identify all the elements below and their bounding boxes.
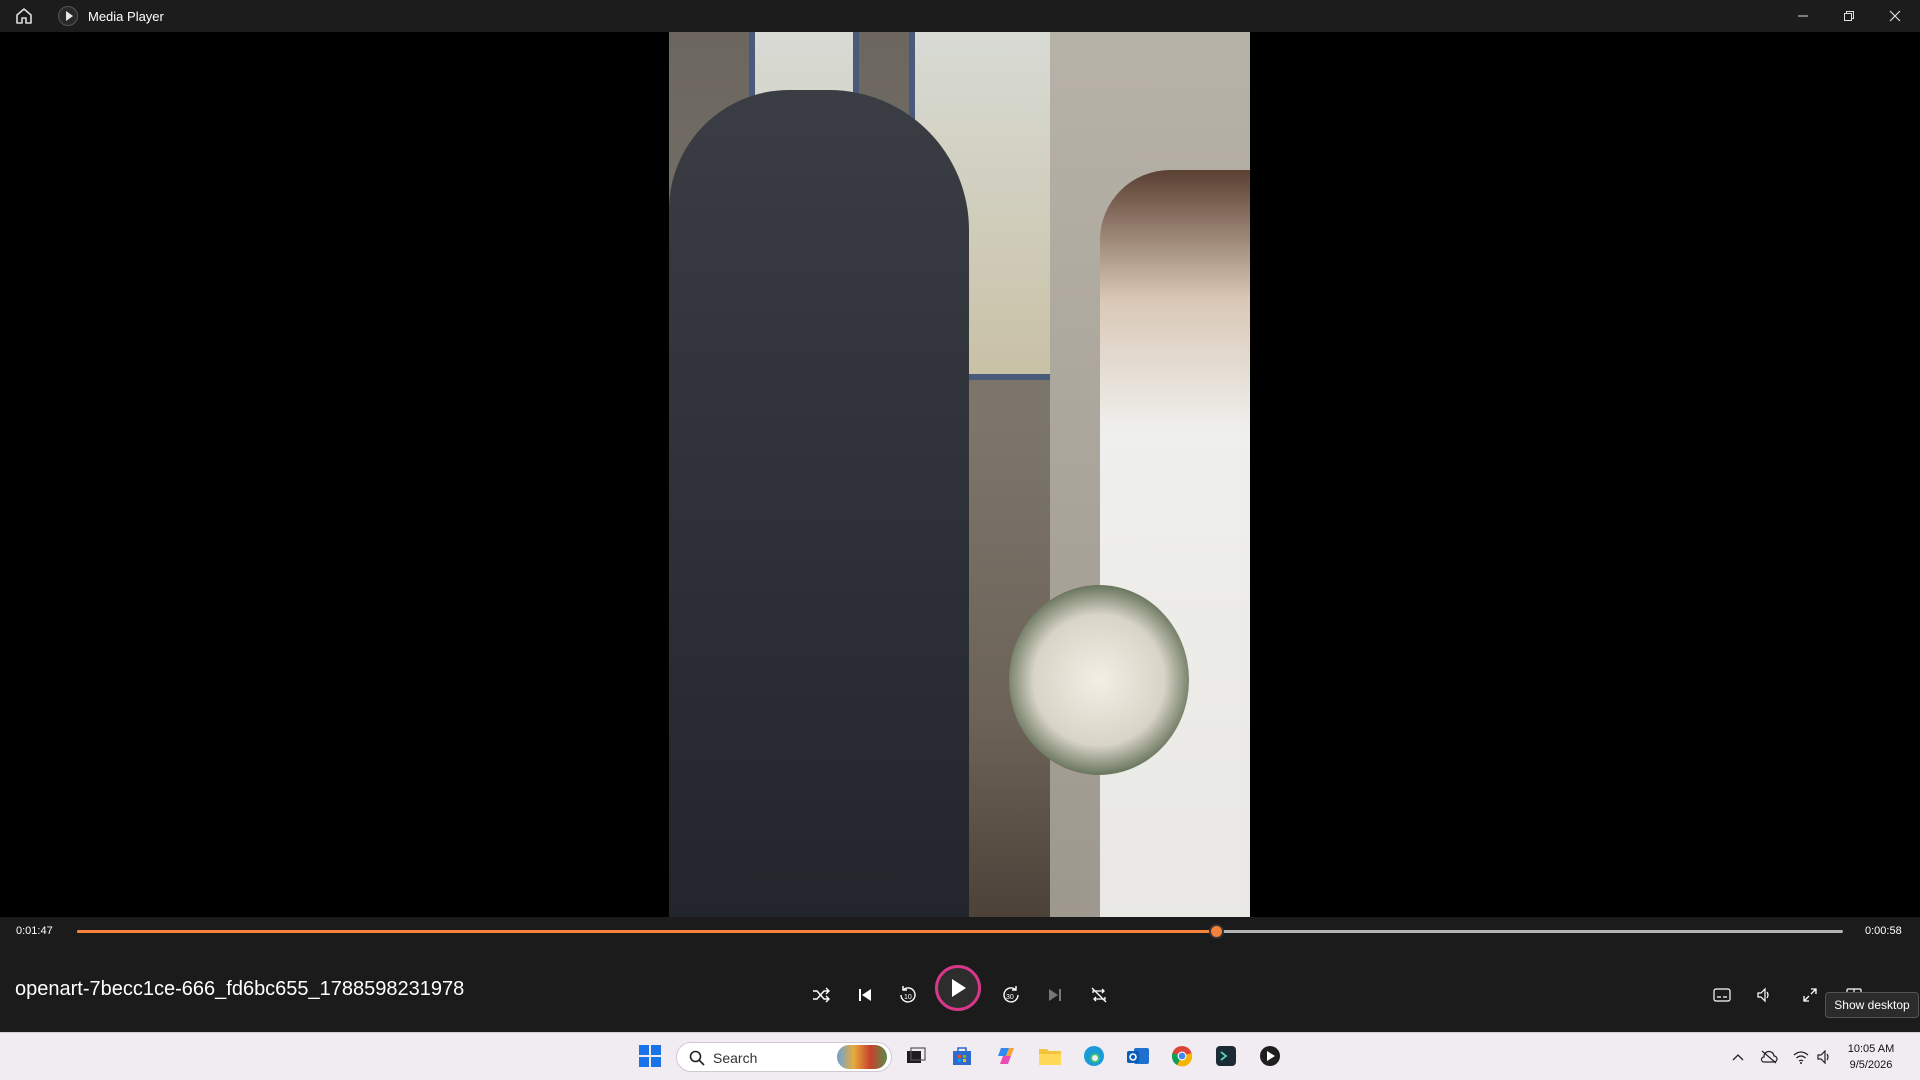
man-in-suit [669,90,969,1032]
next-button[interactable] [1039,979,1071,1011]
task-view-icon[interactable] [902,1042,930,1070]
forward-30-button[interactable]: 30 [995,979,1027,1011]
video-frame[interactable] [669,0,1250,1032]
taskbar: Search 10:05 AM 9/5/2026 [0,1032,1920,1080]
chevron-up-icon[interactable] [1728,1048,1748,1066]
title-bar: Media Player [0,0,1920,32]
search-icon [689,1050,705,1066]
seek-bar-fill [77,930,1217,933]
volume-icon[interactable] [1748,979,1780,1011]
onedrive-offline-icon[interactable] [1759,1048,1779,1066]
media-player-taskbar-icon[interactable] [1256,1042,1284,1070]
captions-icon[interactable] [1706,979,1738,1011]
seek-bar-thumb[interactable] [1209,924,1225,939]
elapsed-time: 0:01:47 [16,925,53,937]
shuffle-button[interactable] [805,979,837,1011]
fullscreen-icon[interactable] [1794,979,1826,1011]
restore-button[interactable] [1826,0,1872,32]
taskbar-search[interactable]: Search [676,1042,892,1072]
window-title: Media Player [88,9,164,24]
search-highlight-image [837,1045,887,1069]
speaker-icon[interactable] [1814,1048,1834,1066]
start-icon[interactable] [636,1042,664,1070]
player-controls: 0:01:47 0:00:58 openart-7becc1ce-666_fd6… [0,917,1920,1032]
terminal-icon[interactable] [1212,1042,1240,1070]
clock[interactable]: 10:05 AM 9/5/2026 [1836,1041,1906,1073]
minimize-button[interactable] [1780,0,1826,32]
search-placeholder: Search [713,1050,758,1066]
close-button[interactable] [1872,0,1918,32]
chrome-icon[interactable] [1168,1042,1196,1070]
show-desktop-tooltip: Show desktop [1825,992,1919,1018]
outlook-icon[interactable] [1124,1042,1152,1070]
home-icon[interactable] [12,5,36,27]
edge-browser-icon[interactable] [1080,1042,1108,1070]
file-explorer-icon[interactable] [1036,1042,1064,1070]
repeat-off-button[interactable] [1083,979,1115,1011]
wifi-icon[interactable] [1791,1048,1811,1066]
microsoft-store-icon[interactable] [948,1042,976,1070]
svg-text:10: 10 [904,994,912,1001]
rewind-10-button[interactable]: 10 [892,979,924,1011]
clock-time: 10:05 AM [1847,1043,1895,1055]
video-scene [669,0,1250,1032]
bouquet [1009,585,1189,775]
media-filename: openart-7becc1ce-666_fd6bc655_1788598231… [15,978,465,1000]
play-button[interactable] [935,965,981,1011]
copilot-icon[interactable] [992,1042,1020,1070]
previous-button[interactable] [849,979,881,1011]
seek-bar[interactable] [77,924,1843,939]
svg-text:30: 30 [1006,994,1014,1001]
remaining-time: 0:00:58 [1865,925,1902,937]
clock-date: 9/5/2026 [1849,1059,1893,1071]
media-player-app-icon [58,6,78,26]
